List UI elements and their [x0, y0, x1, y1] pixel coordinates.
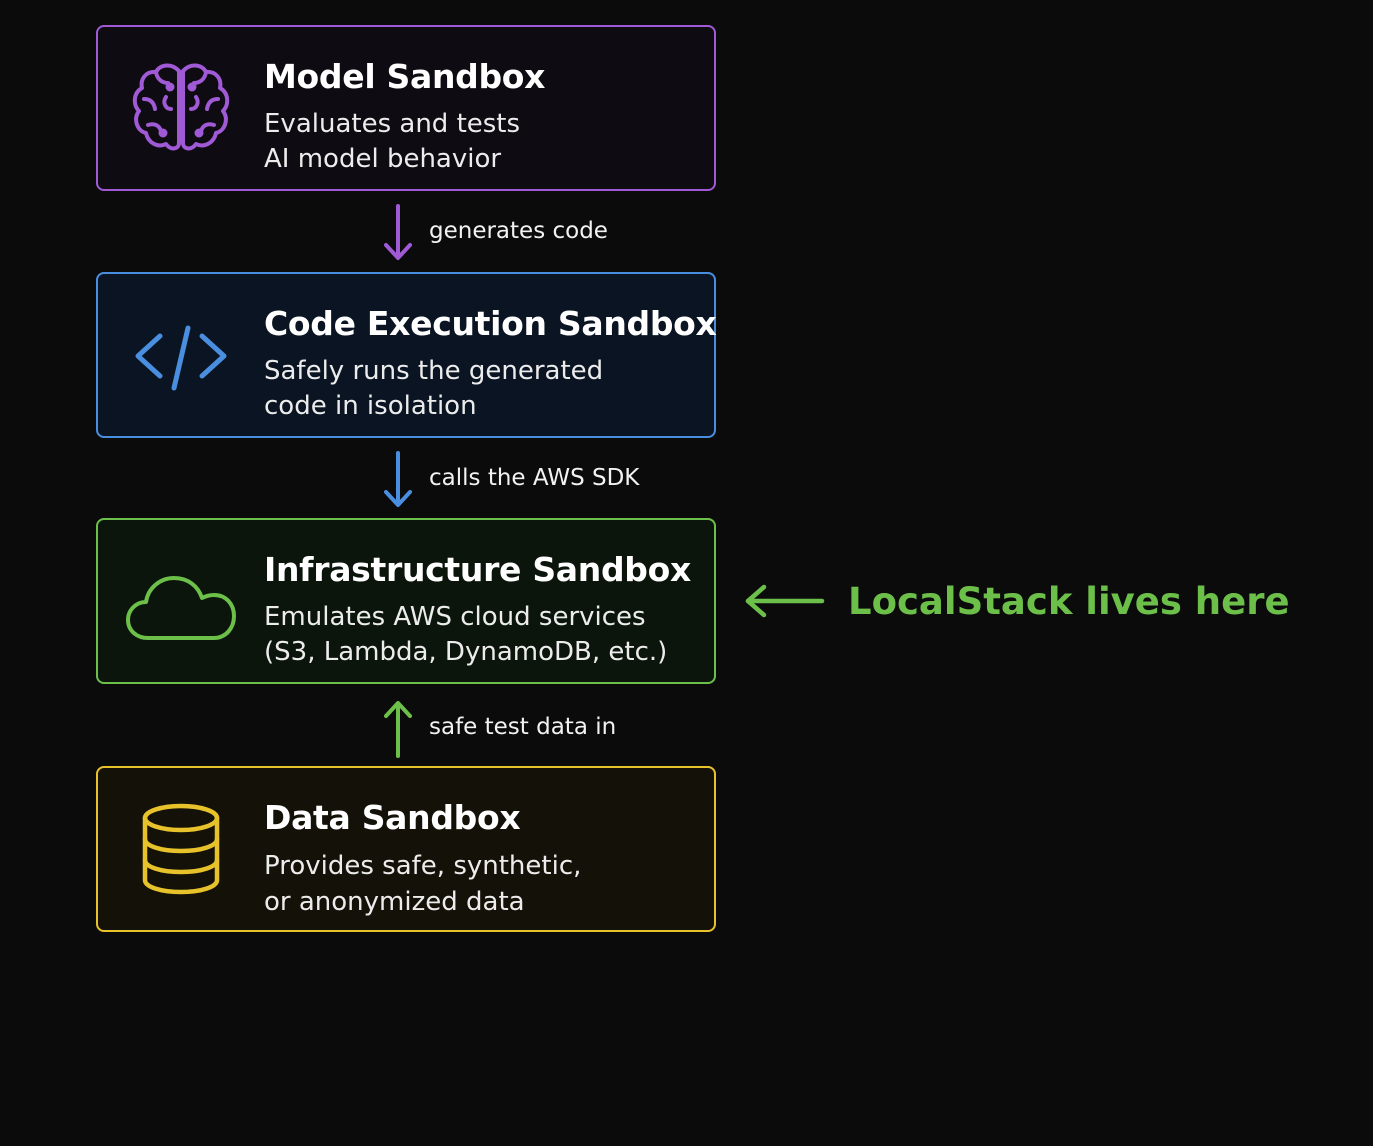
connector-safe-test-data: safe test data in — [380, 698, 740, 760]
model-sandbox-box: Model Sandbox Evaluates and tests AI mod… — [96, 25, 716, 191]
infrastructure-sandbox-box: Infrastructure Sandbox Emulates AWS clou… — [96, 518, 716, 684]
arrow-down-icon — [384, 451, 412, 507]
connector-label: calls the AWS SDK — [429, 465, 640, 491]
model-sandbox-description: Evaluates and tests AI model behavior — [264, 109, 521, 174]
localstack-callout-text: LocalStack lives here — [848, 580, 1290, 623]
infrastructure-sandbox-title: Infrastructure Sandbox — [264, 550, 691, 589]
connector-generates-code: generates code — [380, 202, 740, 264]
arrow-up-icon — [384, 701, 412, 758]
code-execution-sandbox-box: Code Execution Sandbox Safely runs the g… — [96, 272, 717, 438]
infrastructure-sandbox-description: Emulates AWS cloud services (S3, Lambda,… — [264, 602, 668, 667]
code-execution-sandbox-title: Code Execution Sandbox — [264, 304, 717, 343]
model-sandbox-title: Model Sandbox — [264, 57, 546, 96]
data-sandbox-box: Data Sandbox Provides safe, synthetic, o… — [96, 766, 716, 932]
database-icon — [126, 798, 236, 902]
localstack-callout: LocalStack lives here — [744, 578, 1304, 628]
code-brackets-icon — [126, 304, 236, 408]
connector-label: generates code — [429, 218, 608, 244]
arrow-down-icon — [384, 204, 412, 260]
connector-calls-aws-sdk: calls the AWS SDK — [380, 449, 740, 511]
brain-icon — [126, 57, 236, 161]
code-execution-sandbox-description: Safely runs the generated code in isolat… — [264, 356, 604, 421]
connector-label: safe test data in — [429, 714, 617, 740]
data-sandbox-title: Data Sandbox — [264, 798, 521, 837]
cloud-icon — [126, 550, 236, 654]
arrow-left-icon — [745, 584, 825, 618]
data-sandbox-description: Provides safe, synthetic, or anonymized … — [264, 851, 582, 917]
